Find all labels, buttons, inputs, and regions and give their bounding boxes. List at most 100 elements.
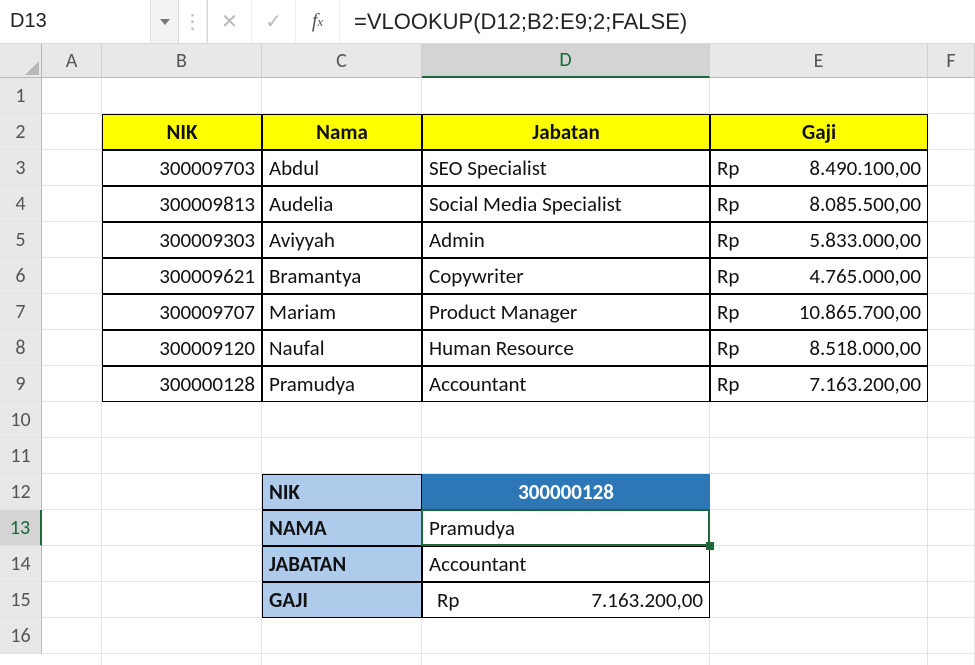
cell-gaji-4[interactable]: Rp8.085.500,00	[710, 186, 928, 222]
row-header-11[interactable]: 11	[0, 438, 42, 474]
cell-value: Admin	[429, 227, 485, 253]
row-header-16[interactable]: 16	[0, 618, 42, 654]
cell-nik-9[interactable]: 300000128	[102, 366, 262, 402]
cell-jabatan-5[interactable]: Admin	[422, 222, 710, 258]
enter-icon[interactable]: ✓	[252, 0, 296, 43]
header-nik[interactable]: NIK	[102, 114, 262, 150]
cell-gaji-3[interactable]: Rp8.490.100,00	[710, 150, 928, 186]
row-header-1[interactable]: 1	[0, 78, 42, 114]
cell-value: 300009813	[159, 191, 255, 217]
insert-function-icon[interactable]: fx	[296, 0, 340, 43]
cell-value: 300009303	[159, 227, 255, 253]
currency-label: Rp	[717, 335, 739, 361]
cell-nama-9[interactable]: Pramudya	[262, 366, 422, 402]
cell-gaji-6[interactable]: Rp4.765.000,00	[710, 258, 928, 294]
cell-value: Audelia	[269, 191, 333, 217]
column-header-E[interactable]: E	[710, 44, 928, 78]
cell-gaji-7[interactable]: Rp10.865.700,00	[710, 294, 928, 330]
cell-value: 300000128	[518, 479, 614, 505]
cell-nik-7[interactable]: 300009707	[102, 294, 262, 330]
column-header-C[interactable]: C	[262, 44, 422, 78]
row-header-3[interactable]: 3	[0, 150, 42, 186]
row-header-5[interactable]: 5	[0, 222, 42, 258]
cell-nik-5[interactable]: 300009303	[102, 222, 262, 258]
column-header-A[interactable]: A	[42, 44, 102, 78]
row-header-10[interactable]: 10	[0, 402, 42, 438]
cell-value: Social Media Specialist	[429, 191, 622, 217]
cell-value: Pramudya	[269, 371, 355, 397]
cell-nama-5[interactable]: Aviyyah	[262, 222, 422, 258]
column-header-D[interactable]: D	[422, 44, 710, 78]
cell-jabatan-8[interactable]: Human Resource	[422, 330, 710, 366]
label: NIK	[269, 479, 300, 505]
row-header-7[interactable]: 7	[0, 294, 42, 330]
cell-nik-3[interactable]: 300009703	[102, 150, 262, 186]
cell-value: 300000128	[159, 371, 255, 397]
cell-gaji-5[interactable]: Rp5.833.000,00	[710, 222, 928, 258]
label: JABATAN	[269, 551, 346, 577]
cell-nama-4[interactable]: Audelia	[262, 186, 422, 222]
cell-gaji-9[interactable]: Rp7.163.200,00	[710, 366, 928, 402]
header-label: Gaji	[802, 119, 836, 145]
cell-jabatan-7[interactable]: Product Manager	[422, 294, 710, 330]
row-header-9[interactable]: 9	[0, 366, 42, 402]
select-all-corner[interactable]	[0, 44, 42, 78]
name-box-wrap	[0, 0, 179, 43]
cell-nama-7[interactable]: Mariam	[262, 294, 422, 330]
row-header-12[interactable]: 12	[0, 474, 42, 510]
lookup-value-gaji[interactable]: Rp7.163.200,00	[422, 582, 710, 618]
header-label: Nama	[316, 119, 368, 145]
column-header-F[interactable]: F	[928, 44, 975, 78]
cell-value: Abdul	[269, 155, 319, 181]
header-jabatan[interactable]: Jabatan	[422, 114, 710, 150]
row-headers: 12345678910111213141516	[0, 78, 42, 654]
row-header-8[interactable]: 8	[0, 330, 42, 366]
cell-value: Product Manager	[429, 299, 577, 325]
header-gaji[interactable]: Gaji	[710, 114, 928, 150]
cell-gaji-8[interactable]: Rp8.518.000,00	[710, 330, 928, 366]
worksheet-grid[interactable]: NIK Nama Jabatan Gaji 300009703 Abdul SEO Spec…	[42, 78, 975, 665]
cell-value: 300009621	[159, 263, 255, 289]
row-header-14[interactable]: 14	[0, 546, 42, 582]
row-header-13[interactable]: 13	[0, 510, 42, 546]
cell-nama-8[interactable]: Naufal	[262, 330, 422, 366]
header-nama[interactable]: Nama	[262, 114, 422, 150]
cell-nik-4[interactable]: 300009813	[102, 186, 262, 222]
cell-nama-3[interactable]: Abdul	[262, 150, 422, 186]
formula-input[interactable]	[340, 0, 975, 43]
name-box[interactable]	[0, 0, 150, 43]
cancel-icon[interactable]: ✕	[208, 0, 252, 43]
cell-nama-6[interactable]: Bramantya	[262, 258, 422, 294]
currency-label: Rp	[717, 155, 739, 181]
row-header-15[interactable]: 15	[0, 582, 42, 618]
cell-jabatan-6[interactable]: Copywriter	[422, 258, 710, 294]
column-header-B[interactable]: B	[102, 44, 262, 78]
lookup-value-jabatan[interactable]: Accountant	[422, 546, 710, 582]
lookup-value-nik[interactable]: 300000128	[422, 474, 710, 510]
formula-bar: ⋮ ✕ ✓ fx	[0, 0, 975, 44]
row-header-4[interactable]: 4	[0, 186, 42, 222]
cell-jabatan-9[interactable]: Accountant	[422, 366, 710, 402]
currency-label: Rp	[717, 227, 739, 253]
cell-value: Copywriter	[429, 263, 524, 289]
currency-label: Rp	[717, 299, 739, 325]
lookup-label-gaji[interactable]: GAJI	[262, 582, 422, 618]
cell-value: 8.518.000,00	[739, 335, 921, 361]
cell-value: Human Resource	[429, 335, 574, 361]
cell-value: 10.865.700,00	[739, 299, 921, 325]
row-header-6[interactable]: 6	[0, 258, 42, 294]
cell-jabatan-3[interactable]: SEO Specialist	[422, 150, 710, 186]
lookup-label-nama[interactable]: NAMA	[262, 510, 422, 546]
lookup-label-nik[interactable]: NIK	[262, 474, 422, 510]
cell-value: Aviyyah	[269, 227, 335, 253]
lookup-label-jabatan[interactable]: JABATAN	[262, 546, 422, 582]
label: GAJI	[269, 587, 308, 613]
lookup-value-nama[interactable]: Pramudya	[422, 510, 710, 546]
cell-value: Accountant	[429, 371, 526, 397]
formula-bar-options-icon[interactable]: ⋮	[179, 0, 207, 43]
row-header-2[interactable]: 2	[0, 114, 42, 150]
name-box-dropdown[interactable]	[150, 0, 178, 43]
cell-jabatan-4[interactable]: Social Media Specialist	[422, 186, 710, 222]
cell-nik-8[interactable]: 300009120	[102, 330, 262, 366]
cell-nik-6[interactable]: 300009621	[102, 258, 262, 294]
